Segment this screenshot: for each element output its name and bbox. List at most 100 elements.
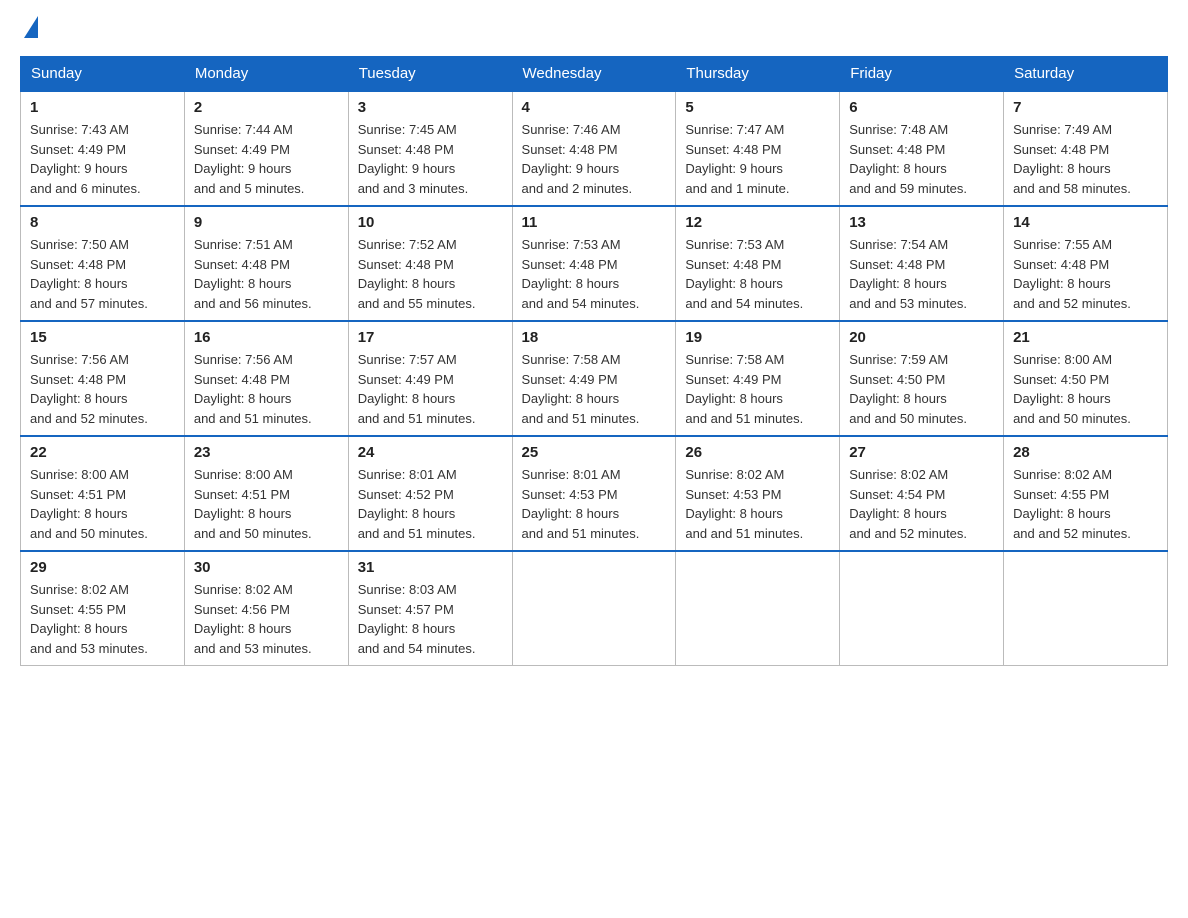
day-info: Sunrise: 7:45 AMSunset: 4:48 PMDaylight:… [358, 120, 503, 198]
day-number: 19 [685, 329, 830, 346]
day-number: 7 [1013, 99, 1158, 116]
day-info: Sunrise: 7:56 AMSunset: 4:48 PMDaylight:… [194, 350, 339, 428]
weekday-header-monday: Monday [184, 57, 348, 92]
calendar-day-cell: 30 Sunrise: 8:02 AMSunset: 4:56 PMDayligh… [184, 551, 348, 666]
calendar-day-cell [1004, 551, 1168, 666]
calendar-day-cell: 14 Sunrise: 7:55 AMSunset: 4:48 PMDayligh… [1004, 206, 1168, 321]
calendar-day-cell [840, 551, 1004, 666]
calendar-day-cell: 5 Sunrise: 7:47 AMSunset: 4:48 PMDaylight… [676, 91, 840, 206]
day-number: 17 [358, 329, 503, 346]
day-number: 4 [522, 99, 667, 116]
day-info: Sunrise: 8:00 AMSunset: 4:50 PMDaylight:… [1013, 350, 1158, 428]
calendar-week-row: 8 Sunrise: 7:50 AMSunset: 4:48 PMDaylight… [21, 206, 1168, 321]
day-info: Sunrise: 7:57 AMSunset: 4:49 PMDaylight:… [358, 350, 503, 428]
calendar-day-cell: 6Sunrise: 7:48 AMSunset: 4:48 PMDaylight… [840, 91, 1004, 206]
day-info: Sunrise: 8:02 AMSunset: 4:55 PMDaylight:… [1013, 465, 1158, 543]
day-info: Sunrise: 7:58 AMSunset: 4:49 PMDaylight:… [522, 350, 667, 428]
calendar-day-cell: 22 Sunrise: 8:00 AMSunset: 4:51 PMDayligh… [21, 436, 185, 551]
weekday-header-saturday: Saturday [1004, 57, 1168, 92]
calendar-day-cell: 3 Sunrise: 7:45 AMSunset: 4:48 PMDaylight… [348, 91, 512, 206]
calendar-day-cell: 17 Sunrise: 7:57 AMSunset: 4:49 PMDayligh… [348, 321, 512, 436]
calendar-day-cell: 19 Sunrise: 7:58 AMSunset: 4:49 PMDayligh… [676, 321, 840, 436]
day-number: 11 [522, 214, 667, 231]
day-info: Sunrise: 7:55 AMSunset: 4:48 PMDaylight:… [1013, 235, 1158, 313]
calendar-day-cell: 4 Sunrise: 7:46 AMSunset: 4:48 PMDaylight… [512, 91, 676, 206]
day-number: 31 [358, 559, 503, 576]
day-info: Sunrise: 8:01 AMSunset: 4:52 PMDaylight:… [358, 465, 503, 543]
day-number: 6 [849, 99, 994, 116]
day-info: Sunrise: 7:46 AMSunset: 4:48 PMDaylight:… [522, 120, 667, 198]
day-number: 13 [849, 214, 994, 231]
weekday-header-tuesday: Tuesday [348, 57, 512, 92]
weekday-header-sunday: Sunday [21, 57, 185, 92]
calendar-day-cell: 16 Sunrise: 7:56 AMSunset: 4:48 PMDayligh… [184, 321, 348, 436]
day-number: 24 [358, 444, 503, 461]
day-info: Sunrise: 8:03 AMSunset: 4:57 PMDaylight:… [358, 580, 503, 658]
calendar-day-cell: 21Sunrise: 8:00 AMSunset: 4:50 PMDayligh… [1004, 321, 1168, 436]
day-info: Sunrise: 7:51 AMSunset: 4:48 PMDaylight:… [194, 235, 339, 313]
day-info: Sunrise: 7:47 AMSunset: 4:48 PMDaylight:… [685, 120, 830, 198]
calendar-day-cell: 2Sunrise: 7:44 AMSunset: 4:49 PMDaylight… [184, 91, 348, 206]
calendar-day-cell: 25 Sunrise: 8:01 AMSunset: 4:53 PMDayligh… [512, 436, 676, 551]
weekday-header-thursday: Thursday [676, 57, 840, 92]
day-number: 14 [1013, 214, 1158, 231]
day-info: Sunrise: 8:02 AMSunset: 4:54 PMDaylight:… [849, 465, 994, 543]
calendar-header: SundayMondayTuesdayWednesdayThursdayFrid… [21, 57, 1168, 92]
calendar-day-cell: 18 Sunrise: 7:58 AMSunset: 4:49 PMDayligh… [512, 321, 676, 436]
calendar-week-row: 22 Sunrise: 8:00 AMSunset: 4:51 PMDayligh… [21, 436, 1168, 551]
day-info: Sunrise: 7:53 AMSunset: 4:48 PMDaylight:… [522, 235, 667, 313]
day-number: 16 [194, 329, 339, 346]
calendar-day-cell: 28 Sunrise: 8:02 AMSunset: 4:55 PMDayligh… [1004, 436, 1168, 551]
calendar-day-cell: 20Sunrise: 7:59 AMSunset: 4:50 PMDayligh… [840, 321, 1004, 436]
day-number: 3 [358, 99, 503, 116]
day-number: 15 [30, 329, 175, 346]
calendar-day-cell: 15Sunrise: 7:56 AMSunset: 4:48 PMDayligh… [21, 321, 185, 436]
calendar-day-cell: 1Sunrise: 7:43 AMSunset: 4:49 PMDaylight… [21, 91, 185, 206]
day-info: Sunrise: 8:00 AMSunset: 4:51 PMDaylight:… [30, 465, 175, 543]
day-number: 1 [30, 99, 175, 116]
day-info: Sunrise: 8:02 AMSunset: 4:55 PMDaylight:… [30, 580, 175, 658]
calendar-day-cell: 11 Sunrise: 7:53 AMSunset: 4:48 PMDayligh… [512, 206, 676, 321]
day-number: 29 [30, 559, 175, 576]
calendar-day-cell [512, 551, 676, 666]
weekday-header-friday: Friday [840, 57, 1004, 92]
calendar-day-cell: 26 Sunrise: 8:02 AMSunset: 4:53 PMDayligh… [676, 436, 840, 551]
day-info: Sunrise: 7:50 AMSunset: 4:48 PMDaylight:… [30, 235, 175, 313]
calendar-day-cell [676, 551, 840, 666]
calendar-day-cell: 27Sunrise: 8:02 AMSunset: 4:54 PMDayligh… [840, 436, 1004, 551]
day-info: Sunrise: 8:02 AMSunset: 4:56 PMDaylight:… [194, 580, 339, 658]
calendar-day-cell: 23 Sunrise: 8:00 AMSunset: 4:51 PMDayligh… [184, 436, 348, 551]
day-info: Sunrise: 8:00 AMSunset: 4:51 PMDaylight:… [194, 465, 339, 543]
calendar-day-cell: 24 Sunrise: 8:01 AMSunset: 4:52 PMDayligh… [348, 436, 512, 551]
calendar-day-cell: 7 Sunrise: 7:49 AMSunset: 4:48 PMDaylight… [1004, 91, 1168, 206]
day-info: Sunrise: 8:02 AMSunset: 4:53 PMDaylight:… [685, 465, 830, 543]
day-number: 5 [685, 99, 830, 116]
page-header [20, 20, 1168, 38]
calendar-day-cell: 9 Sunrise: 7:51 AMSunset: 4:48 PMDaylight… [184, 206, 348, 321]
calendar-week-row: 29 Sunrise: 8:02 AMSunset: 4:55 PMDayligh… [21, 551, 1168, 666]
day-info: Sunrise: 7:52 AMSunset: 4:48 PMDaylight:… [358, 235, 503, 313]
day-number: 8 [30, 214, 175, 231]
day-info: Sunrise: 7:53 AMSunset: 4:48 PMDaylight:… [685, 235, 830, 313]
calendar-day-cell: 8 Sunrise: 7:50 AMSunset: 4:48 PMDaylight… [21, 206, 185, 321]
weekday-header-wednesday: Wednesday [512, 57, 676, 92]
day-number: 9 [194, 214, 339, 231]
calendar-body: 1Sunrise: 7:43 AMSunset: 4:49 PMDaylight… [21, 91, 1168, 666]
day-number: 28 [1013, 444, 1158, 461]
weekday-header-row: SundayMondayTuesdayWednesdayThursdayFrid… [21, 57, 1168, 92]
day-info: Sunrise: 7:58 AMSunset: 4:49 PMDaylight:… [685, 350, 830, 428]
day-number: 18 [522, 329, 667, 346]
day-number: 25 [522, 444, 667, 461]
day-info: Sunrise: 8:01 AMSunset: 4:53 PMDaylight:… [522, 465, 667, 543]
calendar-week-row: 15 Sunrise: 7:56 AMSunset: 4:48 PMDayligh… [21, 321, 1168, 436]
day-info: Sunrise: 7:49 AMSunset: 4:48 PMDaylight:… [1013, 120, 1158, 198]
day-number: 22 [30, 444, 175, 461]
day-number: 10 [358, 214, 503, 231]
day-number: 23 [194, 444, 339, 461]
day-info: Sunrise: 7:44 AMSunset: 4:49 PMDaylight:… [194, 120, 339, 198]
day-info: Sunrise: 7:54 AMSunset: 4:48 PMDaylight:… [849, 235, 994, 313]
calendar-day-cell: 31 Sunrise: 8:03 AMSunset: 4:57 PMDayligh… [348, 551, 512, 666]
day-number: 30 [194, 559, 339, 576]
day-number: 26 [685, 444, 830, 461]
day-number: 12 [685, 214, 830, 231]
